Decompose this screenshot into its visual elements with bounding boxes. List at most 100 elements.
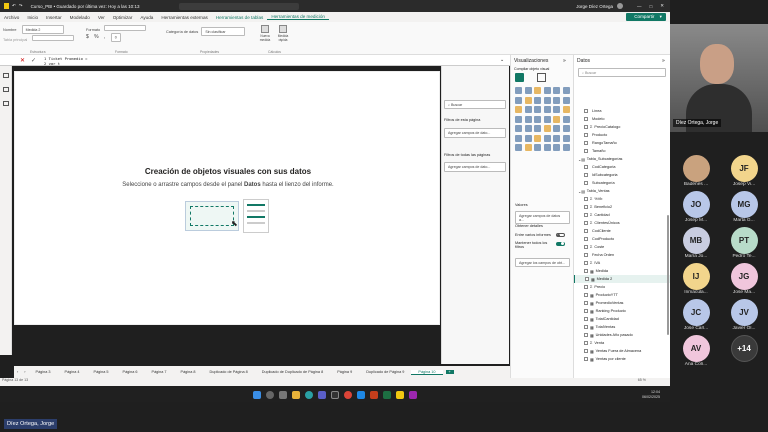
tab-pagina-3[interactable]: Página 3 — [29, 370, 58, 374]
maximize-button[interactable]: □ — [650, 4, 653, 9]
field-checkbox[interactable] — [584, 269, 588, 273]
data-table-item[interactable]: ⌄ ▤ Tabla_Subcategorías — [574, 155, 670, 163]
data-field-item[interactable]: Tamaño — [574, 147, 670, 155]
visual-type-icon[interactable] — [562, 125, 570, 132]
quick-measure-button[interactable]: Medida rápida — [275, 25, 291, 42]
percent-button[interactable]: % — [94, 34, 98, 40]
participant-tile[interactable]: JF Josep Vi... — [720, 155, 768, 187]
field-checkbox[interactable] — [584, 261, 588, 265]
visual-type-icon[interactable] — [543, 96, 551, 104]
menu-ver[interactable]: Ver — [94, 15, 109, 20]
menu-insertar[interactable]: Insertar — [42, 15, 66, 20]
field-checkbox[interactable] — [584, 165, 588, 169]
data-field-item[interactable]: CodCategoria — [574, 163, 670, 171]
visual-type-icon[interactable] — [553, 87, 560, 94]
visual-type-icon[interactable] — [553, 125, 560, 132]
data-field-item[interactable]: ▦ TotalVentas — [574, 323, 670, 331]
filters-page-add[interactable]: Agregar campos de dato... — [444, 128, 506, 138]
participant-tile[interactable]: Badenes ... — [672, 155, 720, 187]
cross-report-toggle[interactable] — [556, 233, 565, 237]
visual-type-icon[interactable] — [562, 144, 570, 151]
zoom-level[interactable]: 65 % — [638, 378, 646, 382]
windows-start-icon[interactable] — [253, 391, 261, 399]
data-field-item[interactable]: ▦ Medida — [574, 267, 670, 275]
data-field-item[interactable]: ▦ Ventas Fuera de Almacena — [574, 347, 670, 355]
data-field-item[interactable]: Σ PrecioCatalogo — [574, 123, 670, 131]
field-checkbox[interactable] — [584, 149, 588, 153]
webcam-video[interactable]: Díez Ortega, Jorge — [670, 24, 768, 132]
data-field-item[interactable]: Línea — [574, 107, 670, 115]
tab-pagina-7[interactable]: Página 7 — [145, 370, 174, 374]
redo-icon[interactable]: ↷ — [19, 3, 23, 9]
field-checkbox[interactable] — [584, 205, 588, 209]
commit-formula-icon[interactable]: ✓ — [31, 57, 36, 64]
visual-type-icon[interactable] — [562, 134, 570, 142]
new-measure-button[interactable]: Nueva medida — [258, 25, 272, 42]
data-field-item[interactable]: IdSubcategoria — [574, 171, 670, 179]
name-input[interactable]: Medida 2 — [21, 25, 64, 34]
participant-tile[interactable]: AV Ana Colí... — [672, 335, 720, 367]
task-view-icon[interactable] — [279, 391, 287, 399]
decimals-input[interactable]: 0 — [110, 32, 121, 42]
user-avatar[interactable] — [617, 3, 623, 9]
data-field-item[interactable]: Producto — [574, 131, 670, 139]
data-table-item[interactable]: ⌄ ▤ Tabla_Ventas — [574, 187, 670, 195]
home-table-select[interactable] — [32, 35, 75, 41]
data-field-item[interactable]: ▦ TotalCantidad — [574, 315, 670, 323]
visual-type-icon[interactable] — [534, 125, 541, 132]
field-checkbox[interactable] — [584, 293, 588, 297]
field-checkbox[interactable] — [584, 341, 588, 345]
visual-type-icon[interactable] — [515, 87, 522, 94]
visual-type-icon[interactable] — [534, 144, 541, 151]
field-checkbox[interactable] — [584, 285, 588, 289]
search-box[interactable] — [179, 2, 300, 10]
visual-type-icon[interactable] — [562, 87, 570, 94]
teams-icon[interactable] — [318, 391, 326, 399]
table-view-icon[interactable] — [2, 73, 9, 78]
field-checkbox[interactable] — [584, 333, 588, 337]
visual-type-icon[interactable] — [515, 115, 522, 123]
data-field-item[interactable]: Σ Coste — [574, 243, 670, 251]
visual-type-icon[interactable] — [524, 115, 532, 123]
participant-tile[interactable]: JV Javier Ol... — [720, 299, 768, 331]
visual-type-icon[interactable] — [534, 96, 541, 104]
vscode-icon[interactable] — [357, 391, 365, 399]
data-field-item[interactable]: Fecha Orden — [574, 251, 670, 259]
field-checkbox[interactable] — [584, 317, 588, 321]
app-icon[interactable] — [409, 391, 417, 399]
field-checkbox[interactable] — [584, 325, 588, 329]
currency-button[interactable]: $ — [86, 34, 89, 40]
field-checkbox[interactable] — [584, 245, 588, 249]
minimize-button[interactable]: — — [637, 4, 642, 9]
visual-type-icon[interactable] — [524, 125, 532, 132]
field-checkbox[interactable] — [584, 213, 588, 217]
edge-icon[interactable] — [305, 391, 313, 399]
visual-type-icon[interactable] — [562, 106, 570, 113]
data-field-item[interactable]: Σ ClientesÚnicos — [574, 219, 670, 227]
menu-optimizar[interactable]: Optimizar — [109, 15, 137, 20]
undo-icon[interactable]: ↶ — [12, 3, 16, 9]
prev-page-icon[interactable]: ‹ — [14, 370, 21, 374]
field-checkbox[interactable] — [584, 109, 588, 113]
data-field-item[interactable]: Σ Cantidad — [574, 211, 670, 219]
menu-inicio[interactable]: Inicio — [23, 15, 42, 20]
comma-button[interactable]: , — [104, 34, 105, 40]
field-checkbox[interactable] — [584, 237, 588, 241]
visual-type-icon[interactable] — [553, 115, 560, 123]
filters-search[interactable]: ⌕ Buscar — [444, 100, 506, 109]
data-category-select[interactable]: Sin clasificar — [201, 27, 246, 36]
visual-type-icon[interactable] — [515, 144, 522, 151]
visual-type-icon[interactable] — [524, 144, 532, 151]
data-field-item[interactable]: Modelo — [574, 115, 670, 123]
field-checkbox[interactable] — [584, 173, 588, 177]
field-checkbox[interactable] — [584, 349, 588, 353]
visual-type-icon[interactable] — [543, 87, 551, 94]
data-field-item[interactable]: Σ %Vb — [574, 195, 670, 203]
participant-tile[interactable]: JG Jose Ma... — [720, 263, 768, 295]
participant-tile[interactable]: IJ Inmacula... — [672, 263, 720, 295]
format-select[interactable] — [104, 25, 147, 31]
participant-tile[interactable]: +14 — [720, 335, 768, 367]
visual-type-icon[interactable] — [562, 96, 570, 104]
visual-type-icon[interactable] — [515, 125, 522, 132]
tab-pagina-8[interactable]: Página 8 — [174, 370, 203, 374]
